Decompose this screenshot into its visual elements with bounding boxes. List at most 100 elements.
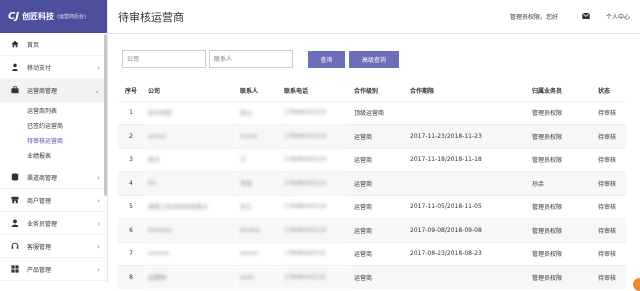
chevron-down-icon: ⌄ — [94, 87, 100, 95]
cell-phone: 17898043210 — [280, 219, 350, 243]
sidebar-item-products[interactable]: 产品管理 › — [0, 258, 107, 281]
cell-no: 4 — [118, 172, 144, 196]
advanced-query-button[interactable]: 高级查询 — [349, 51, 399, 68]
table-row[interactable]: 7 xxxxxx xxxxx 17898043210 运营商 2017-08-2… — [118, 242, 626, 266]
header-right: 管理员权限，您好 个人中心 — [510, 12, 640, 21]
cell-owner: 管理员权限 — [528, 195, 594, 219]
header-owner: 归属业务员 — [528, 81, 594, 101]
table-body: 1 杭州创匠 张山 17898043210 顶级运营商 管理员权限 待审核 2 … — [118, 101, 626, 289]
cell-no: 8 — [118, 266, 144, 290]
cell-company: lilu — [144, 172, 236, 196]
database-icon — [10, 173, 20, 181]
cell-phone: 17898043210 — [280, 266, 350, 290]
sidebar-item-home[interactable]: 首页 — [0, 33, 107, 56]
sidebar-item-mobile-pay[interactable]: 移动支付 › — [0, 56, 107, 79]
cell-status: 待审核 — [594, 242, 626, 266]
sidebar-item-customer-service[interactable]: 客服管理 › — [0, 235, 107, 258]
cell-company: Gestaza — [144, 219, 236, 243]
sidebar-item-operators[interactable]: 运营商管理 ⌄ — [0, 79, 107, 102]
cell-status: 待审核 — [594, 125, 626, 149]
cell-no: 6 — [118, 219, 144, 243]
chevron-right-icon: › — [97, 64, 100, 72]
top-header: 待审核运营商 管理员权限，您好 个人中心 — [108, 0, 640, 34]
cell-phone: 17898043210 — [280, 125, 350, 149]
sidebar-scrollbar[interactable] — [104, 34, 107, 196]
cell-period — [406, 101, 528, 125]
cell-period: 2017-11-05/2018-11-05 — [406, 195, 528, 219]
cell-contact: 李陆 — [236, 172, 280, 196]
grid-icon — [10, 265, 20, 273]
sidebar-item-salesmen[interactable]: 业务员管理 › — [0, 212, 107, 235]
query-button[interactable]: 查询 — [308, 51, 345, 68]
headset-icon — [10, 242, 20, 250]
cell-level: 运营商 — [350, 148, 406, 172]
table-row[interactable]: 4 lilu 李陆 17898043210 运营商 孙余 待审核 — [118, 172, 626, 196]
company-input[interactable] — [122, 50, 206, 68]
cell-no: 5 — [118, 195, 144, 219]
submenu-operator-list[interactable]: 运营商列表 — [0, 104, 107, 119]
cell-contact: 刘工 — [236, 195, 280, 219]
cell-phone: 17898043210 — [280, 195, 350, 219]
sidebar-item-label: 业务员管理 — [27, 219, 57, 228]
cell-level: 顶级运营商 — [350, 101, 406, 125]
chevron-right-icon: › — [97, 174, 100, 182]
cell-level: 运营商 — [350, 242, 406, 266]
cell-status: 待审核 — [594, 219, 626, 243]
header-company: 公司 — [144, 81, 236, 101]
submenu-pending-operators[interactable]: 待审核运营商 — [0, 134, 107, 149]
cell-period: 2017-11-23/2018-11-23 — [406, 125, 528, 149]
cell-phone: 17898043210 — [280, 101, 350, 125]
cell-period — [406, 266, 528, 290]
floating-action-button[interactable] — [633, 278, 640, 291]
cell-period: 2017-09-08/2018-09-08 — [406, 219, 528, 243]
sidebar-item-label: 产品管理 — [27, 265, 51, 274]
cell-status: 待审核 — [594, 172, 626, 196]
header-no: 序号 — [118, 81, 144, 101]
cell-phone: 17898043210 — [280, 148, 350, 172]
submenu-performance-report[interactable]: 业绩报表 — [0, 149, 107, 164]
page-title: 待审核运营商 — [118, 9, 184, 25]
cell-owner: 管理员权限 — [528, 101, 594, 125]
mail-icon[interactable] — [582, 12, 590, 21]
sidebar: CJ 创匠科技 (运营商后台) 首页 移动支付 › 运营商管理 ⌄ 运营商列表 — [0, 0, 108, 283]
home-icon — [10, 40, 20, 48]
table-row[interactable]: 1 杭州创匠 张山 17898043210 顶级运营商 管理员权限 待审核 — [118, 101, 626, 125]
cell-owner: 管理员权限 — [528, 266, 594, 290]
contact-input[interactable] — [209, 50, 293, 68]
person-icon — [10, 63, 20, 71]
user-center-link[interactable]: 个人中心 — [606, 12, 630, 21]
chevron-right-icon: › — [97, 243, 100, 251]
cell-no: 7 — [118, 242, 144, 266]
filter-bar: 查询 高级查询 — [122, 50, 399, 68]
brand-logo: CJ — [8, 11, 19, 22]
operators-submenu: 运营商列表 已签约运营商 待审核运营商 业绩报表 — [0, 102, 107, 166]
cell-company: 湖南三折风科技有限公 — [144, 195, 236, 219]
chevron-right-icon: › — [97, 197, 100, 205]
cell-no: 3 — [118, 148, 144, 172]
submenu-signed-operators[interactable]: 已签约运营商 — [0, 119, 107, 134]
table-row[interactable]: 2 xxxxx xxxxx 17898043210 运营商 2017-11-23… — [118, 125, 626, 149]
operators-table: 序号 公司 联系人 联系电话 合作级别 合作期限 归属业务员 状态 1 杭州创匠… — [118, 81, 626, 289]
cell-company: 设置物 — [144, 266, 236, 290]
cell-no: 2 — [118, 125, 144, 149]
cell-status: 待审核 — [594, 266, 626, 290]
cell-owner: 管理员权限 — [528, 125, 594, 149]
cell-contact: zhuhai — [236, 219, 280, 243]
sidebar-item-label: 渠道商管理 — [27, 173, 57, 182]
sidebar-item-channels[interactable]: 渠道商管理 › — [0, 166, 107, 189]
sidebar-item-label: 运营商管理 — [27, 86, 57, 95]
table-row[interactable]: 5 湖南三折风科技有限公 刘工 17898043210 运营商 2017-11-… — [118, 195, 626, 219]
table-row[interactable]: 3 君立 订 17898043210 运营商 2017-11-18/2018-1… — [118, 148, 626, 172]
cell-period: 2017-08-23/2018-08-23 — [406, 242, 528, 266]
cell-owner: 管理员权限 — [528, 219, 594, 243]
cell-company: xxxxxx — [144, 242, 236, 266]
table-row[interactable]: 8 设置物 xxxx 17898043210 运营商 管理员权限 待审核 — [118, 266, 626, 290]
main-content: 查询 高级查询 序号 公司 联系人 联系电话 合作级别 合作期限 归属业务员 状… — [108, 34, 640, 283]
account-greeting[interactable]: 管理员权限，您好 — [510, 12, 558, 21]
sidebar-item-label: 首页 — [27, 40, 39, 49]
chevron-right-icon: › — [97, 266, 100, 274]
sidebar-item-merchants[interactable]: 商户管理 › — [0, 189, 107, 212]
cell-owner: 管理员权限 — [528, 242, 594, 266]
brand[interactable]: CJ 创匠科技 (运营商后台) — [0, 0, 107, 33]
table-row[interactable]: 6 Gestaza zhuhai 17898043210 运营商 2017-09… — [118, 219, 626, 243]
